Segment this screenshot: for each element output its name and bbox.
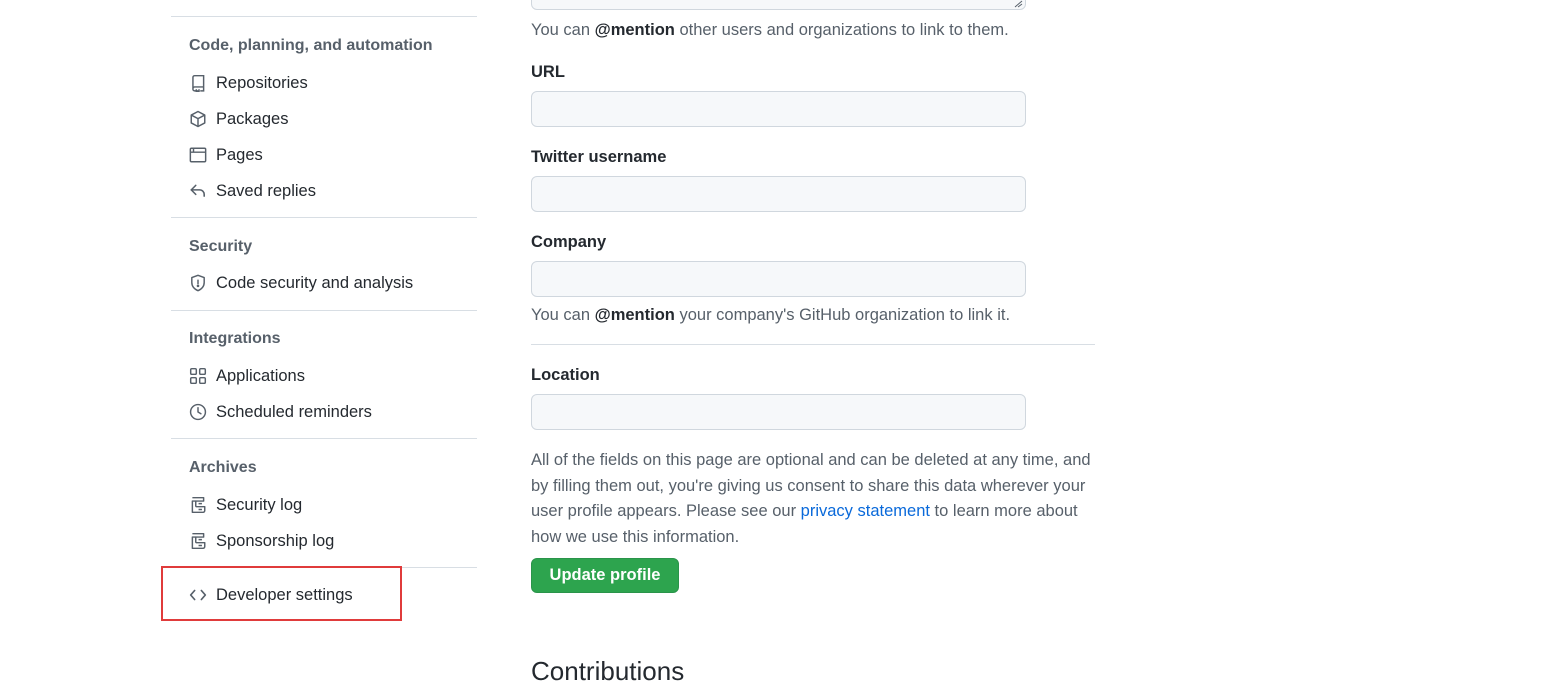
sidebar-item-repositories[interactable]: Repositories: [171, 67, 477, 99]
sidebar-heading-archives: Archives: [189, 459, 257, 476]
sidebar-item-label: Applications: [216, 366, 305, 385]
twitter-username-field[interactable]: [531, 176, 1026, 212]
contributions-heading: Contributions: [531, 656, 685, 686]
sidebar-item-label: Security log: [216, 495, 303, 514]
sidebar-item-label: Repositories: [216, 73, 308, 92]
sidebar-item-pages[interactable]: Pages: [171, 139, 477, 171]
sidebar-divider: [171, 217, 477, 218]
bio-help-mention: @mention: [594, 21, 675, 39]
apps-icon: [189, 367, 207, 385]
sidebar-item-scheduled-reminders[interactable]: Scheduled reminders: [171, 396, 477, 428]
url-label: URL: [531, 63, 565, 81]
sidebar-heading-security: Security: [189, 238, 253, 255]
sidebar-item-label: Pages: [216, 145, 263, 164]
sidebar-item-code-security[interactable]: Code security and analysis: [171, 267, 477, 299]
reply-icon: [189, 182, 207, 200]
sidebar-heading-integrations: Integrations: [189, 330, 281, 347]
company-label: Company: [531, 233, 607, 251]
log-icon: [189, 496, 207, 514]
sidebar-item-label: Sponsorship log: [216, 531, 335, 550]
privacy-statement-link[interactable]: privacy statement: [801, 502, 930, 520]
resize-grip-icon[interactable]: [1013, 0, 1023, 8]
company-help-suffix: your company's GitHub organization to li…: [674, 306, 1011, 324]
sidebar-item-label: Scheduled reminders: [216, 402, 372, 421]
package-icon: [189, 110, 207, 128]
location-label: Location: [531, 366, 600, 384]
developer-settings-highlight: [161, 566, 402, 621]
bio-help-prefix: You can: [531, 21, 595, 39]
sidebar-item-packages[interactable]: Packages: [171, 103, 477, 135]
url-field[interactable]: [531, 91, 1026, 127]
company-help-prefix: You can: [531, 306, 595, 324]
sidebar-item-security-log[interactable]: Security log: [171, 489, 477, 521]
sidebar-divider: [171, 438, 477, 439]
sidebar-item-sponsorship-log[interactable]: Sponsorship log: [171, 525, 477, 557]
consent-text: All of the fields on this page are optio…: [531, 448, 1091, 550]
sidebar-heading-code-planning: Code, planning, and automation: [189, 37, 433, 54]
profile-form: You can @mention other users and organiz…: [531, 0, 1095, 697]
repo-icon: [189, 74, 207, 92]
browser-icon: [189, 146, 207, 164]
sidebar-divider: [171, 310, 477, 311]
bio-help-text: You can @mention other users and organiz…: [531, 20, 1009, 40]
company-field[interactable]: [531, 261, 1026, 297]
sidebar-item-label: Code security and analysis: [216, 273, 414, 292]
sidebar-item-saved-replies[interactable]: Saved replies: [171, 175, 477, 207]
update-profile-button[interactable]: Update profile: [531, 558, 679, 593]
sidebar-item-label: Saved replies: [216, 181, 316, 200]
bio-help-suffix: other users and organizations to link to…: [674, 21, 1009, 39]
shield-icon: [189, 274, 207, 292]
sidebar-divider: [171, 16, 477, 17]
form-divider: [531, 344, 1095, 345]
company-help-text: You can @mention your company's GitHub o…: [531, 305, 1010, 325]
bio-textarea[interactable]: [531, 0, 1026, 10]
company-help-mention: @mention: [594, 306, 675, 324]
location-field[interactable]: [531, 394, 1026, 430]
settings-page: Code, planning, and automation Repositor…: [0, 0, 1546, 697]
clock-icon: [189, 403, 207, 421]
log-icon: [189, 532, 207, 550]
sidebar-item-applications[interactable]: Applications: [171, 360, 477, 392]
twitter-username-label: Twitter username: [531, 148, 667, 166]
sidebar-item-label: Packages: [216, 109, 289, 128]
